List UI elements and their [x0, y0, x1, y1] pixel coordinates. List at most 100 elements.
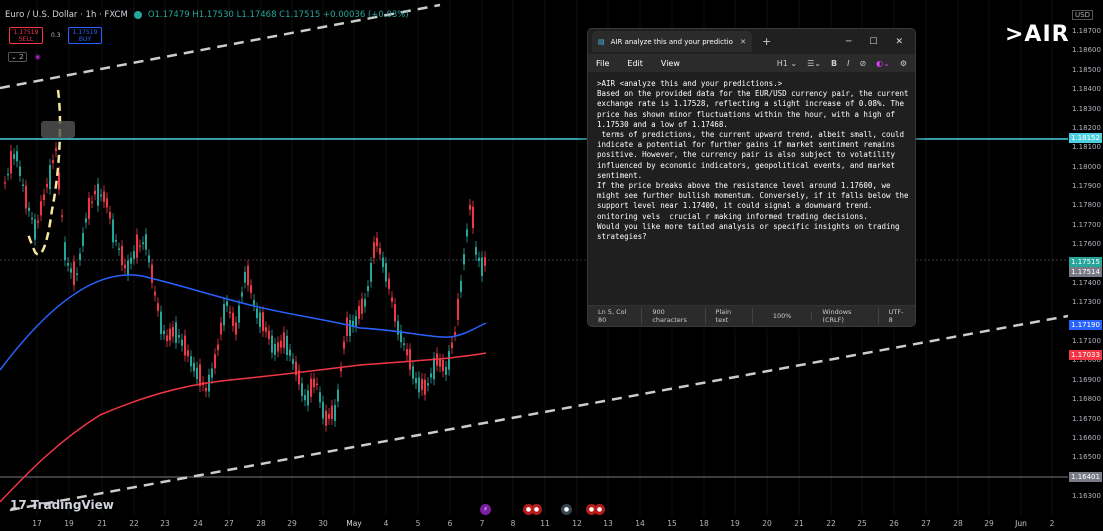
eye-icon[interactable]: ◉	[35, 53, 41, 61]
bold-icon[interactable]: B	[831, 59, 837, 68]
new-tab-button[interactable]: +	[762, 35, 771, 48]
candle	[415, 378, 417, 384]
candlestick-series	[4, 142, 486, 432]
candle	[139, 245, 141, 247]
candle	[235, 322, 237, 335]
tradingview-icon: 𝟭𝟳	[10, 498, 27, 512]
candle	[28, 207, 30, 211]
settings-icon[interactable]: ⚙	[900, 59, 907, 68]
time-tick: 27	[921, 519, 931, 528]
candle	[421, 379, 423, 391]
candle	[481, 257, 483, 277]
candle	[259, 312, 261, 328]
candle	[82, 233, 84, 247]
time-tick: 29	[287, 519, 297, 528]
candle	[394, 304, 396, 322]
time-tick: 2	[1049, 519, 1055, 528]
candle	[247, 265, 249, 286]
candle	[136, 234, 138, 258]
candle	[304, 395, 306, 401]
candle	[172, 327, 174, 337]
sell-button[interactable]: 1.17519 SELL	[9, 27, 43, 44]
time-tick: 21	[97, 519, 107, 528]
copilot-icon[interactable]: ◐⌄	[876, 59, 890, 68]
symbol-header[interactable]: Euro / U.S. Dollar · 1h · FXCM O1.17479 …	[5, 10, 409, 20]
candle	[31, 217, 33, 220]
candle	[385, 263, 387, 282]
candle	[148, 255, 150, 263]
list-icon[interactable]: ☰⌄	[807, 59, 821, 68]
candle	[220, 322, 222, 335]
time-tick: 14	[635, 519, 645, 528]
price-tick: 1.16300	[1072, 492, 1101, 500]
clear-format-icon[interactable]: ⊘	[859, 59, 866, 68]
time-tick: 28	[953, 519, 963, 528]
menu-edit[interactable]: Edit	[627, 59, 643, 68]
candle	[418, 377, 420, 393]
candle	[64, 242, 66, 261]
notepad-titlebar[interactable]: ▤ AIR analyze this and your predictio ✕ …	[588, 29, 915, 54]
italic-icon[interactable]: I	[847, 59, 849, 68]
indicators-toggle[interactable]: ⌄ 2	[8, 52, 27, 62]
candle	[112, 219, 114, 243]
notepad-window[interactable]: ▤ AIR analyze this and your predictio ✕ …	[587, 28, 916, 327]
currency-label[interactable]: USD	[1072, 10, 1093, 20]
time-axis[interactable]: 17 19 21 22 23 24 27 28 29 30 May 4 5 6 7 8 11 12 13 14 15 18…	[0, 515, 1068, 531]
menu-view[interactable]: View	[661, 59, 680, 68]
time-tick: 18	[699, 519, 709, 528]
ohlc-values: O1.17479 H1.17530 L1.17468 C1.17515 +0.0…	[147, 10, 409, 20]
close-tab-icon[interactable]: ✕	[740, 38, 746, 46]
notepad-tab[interactable]: ▤ AIR analyze this and your predictio ✕	[592, 31, 752, 52]
maximize-button[interactable]: ☐	[869, 37, 877, 47]
candle	[205, 387, 207, 392]
candle	[151, 264, 153, 283]
candle	[100, 194, 102, 197]
candle	[328, 413, 330, 419]
candle	[127, 260, 129, 276]
price-axis[interactable]: USD 1.18700 1.18600 1.18500 1.18400 1.18300 1…	[1068, 0, 1103, 515]
candle	[85, 218, 87, 223]
price-tick: 1.16600	[1072, 433, 1101, 442]
time-tick: 27	[224, 519, 234, 528]
candle	[448, 351, 450, 370]
minimize-button[interactable]: ─	[846, 37, 851, 47]
candle	[382, 257, 384, 267]
text-format: Plain text	[706, 308, 753, 324]
candle	[76, 273, 78, 276]
spread-value: 0.3	[51, 32, 61, 39]
candle	[391, 297, 393, 302]
indicator-controls[interactable]: ⌄ 2 ◉	[8, 52, 41, 62]
candle	[337, 389, 339, 402]
candle	[463, 254, 465, 265]
candle	[154, 291, 156, 296]
notepad-text-area[interactable]: >AIR <analyze this and your predictions.…	[597, 79, 913, 242]
candle	[397, 320, 399, 335]
menu-file[interactable]: File	[596, 59, 609, 68]
candle	[211, 368, 213, 378]
price-tick: 1.18000	[1072, 162, 1101, 171]
symbol-name[interactable]: Euro / U.S. Dollar · 1h · FXCM	[5, 10, 128, 20]
candle	[427, 383, 429, 386]
encoding: UTF-8	[888, 308, 904, 324]
tradingview-logo[interactable]: 𝟭𝟳 TradingView	[10, 498, 114, 512]
event-marker-6[interactable]: ●	[594, 504, 605, 515]
price-tick: 1.17400	[1072, 278, 1101, 287]
price-tag: 1.17033	[1069, 349, 1102, 360]
candle	[124, 264, 126, 269]
candle	[280, 340, 282, 348]
time-tick: 25	[857, 519, 867, 528]
buy-button[interactable]: 1.17519 BUY	[68, 27, 102, 44]
candle	[349, 320, 351, 336]
time-tick: 13	[603, 519, 613, 528]
zoom-level: 100%	[753, 312, 813, 320]
time-tick: 20	[762, 519, 772, 528]
candle	[229, 311, 231, 314]
close-button[interactable]: ✕	[895, 37, 903, 47]
sell-label: SELL	[18, 36, 34, 43]
heading-dropdown[interactable]: H1 ⌄	[777, 59, 797, 68]
event-marker-4[interactable]: ●	[561, 504, 572, 515]
event-marker-1[interactable]: ⚡	[480, 504, 491, 515]
event-marker-3[interactable]: ●	[531, 504, 542, 515]
candle	[343, 341, 345, 349]
candle	[79, 253, 81, 260]
